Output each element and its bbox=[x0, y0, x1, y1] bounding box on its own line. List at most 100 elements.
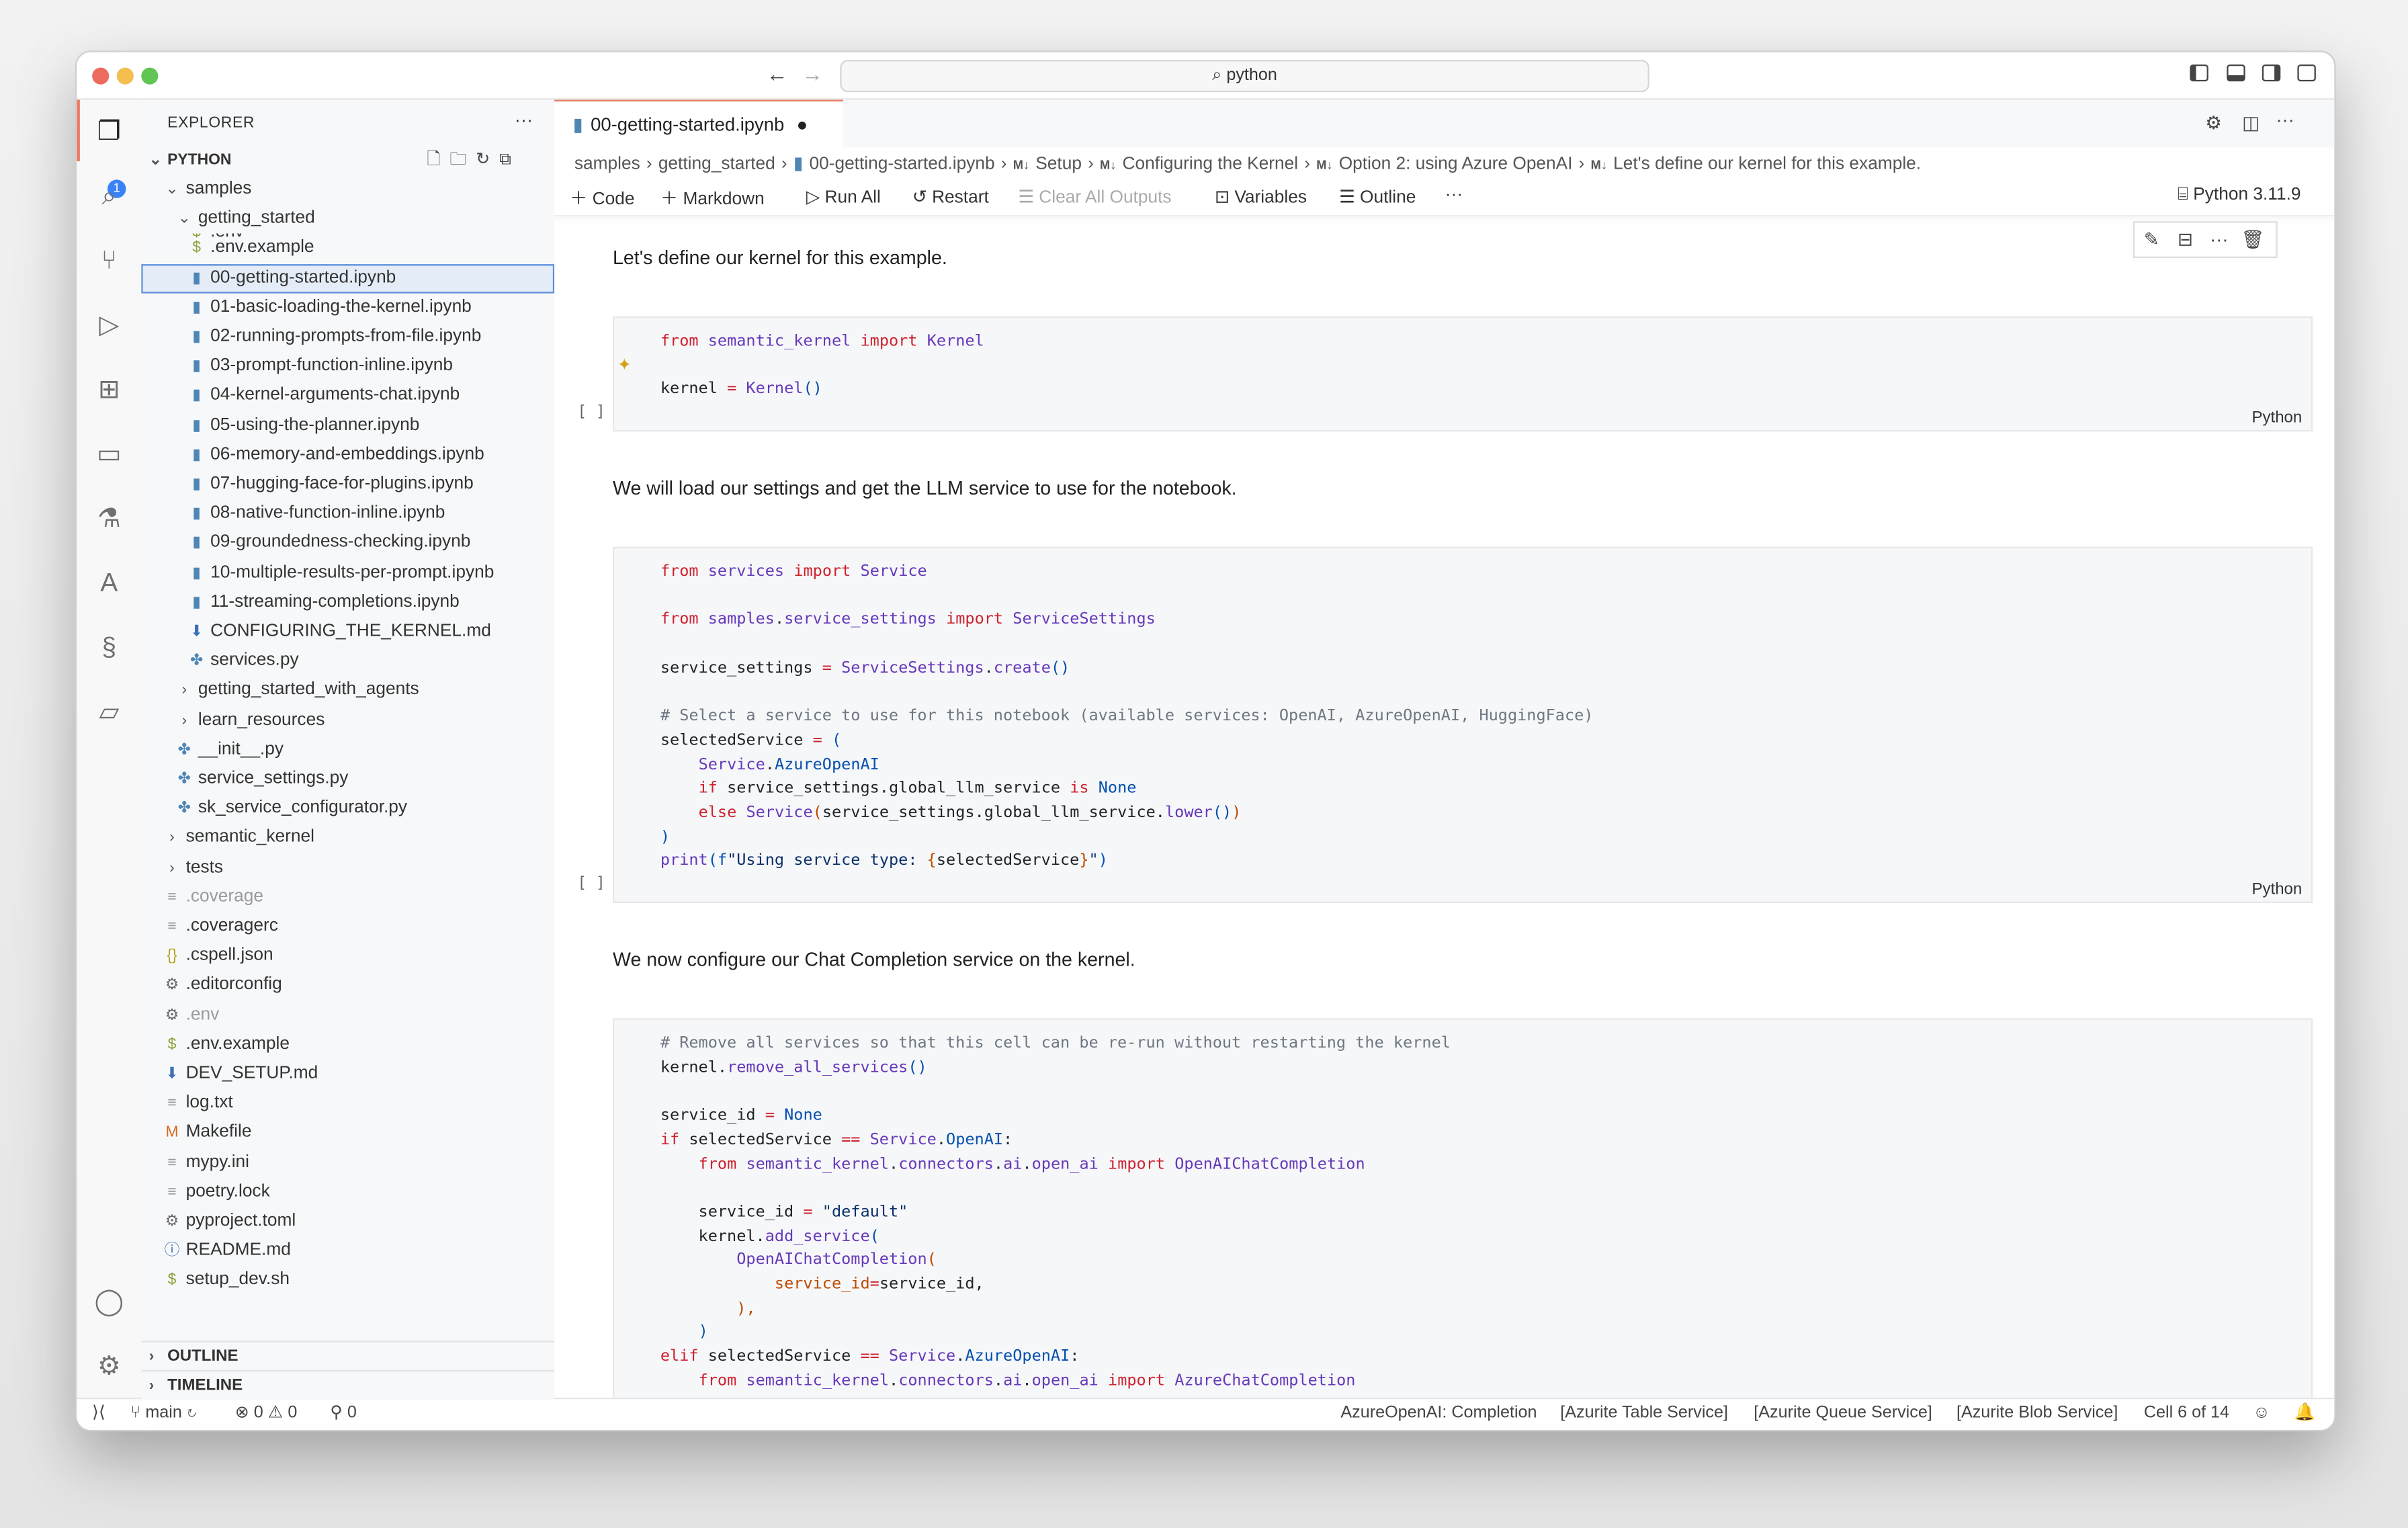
tree-item[interactable]: ≡ mypy.ini bbox=[141, 1148, 554, 1177]
tab-00-getting-started[interactable]: ▮ 00-getting-started.ipynb ● bbox=[554, 99, 843, 149]
sparkle-icon[interactable]: ✦ bbox=[617, 355, 632, 374]
remote-explorer-icon[interactable]: ▭ bbox=[92, 437, 126, 471]
back-arrow-icon[interactable]: ← bbox=[767, 61, 788, 86]
delete-trash-icon[interactable]: 🗑 bbox=[2236, 222, 2270, 256]
tree-item[interactable]: ⓘ README.md bbox=[141, 1236, 554, 1265]
ports-indicator[interactable]: ⚲ 0 bbox=[330, 1399, 356, 1428]
extensions-icon[interactable]: ⊞ bbox=[92, 373, 126, 407]
tree-item[interactable]: ✤ __init__.py bbox=[141, 735, 554, 764]
tree-item[interactable]: ▮ 01-basic-loading-the-kernel.ipynb bbox=[141, 293, 554, 322]
problems-indicator[interactable]: ⊗ 0 ⚠ 0 bbox=[235, 1399, 298, 1428]
cell-more-icon[interactable]: ··· bbox=[2202, 222, 2236, 256]
tree-item[interactable]: ⚙ .env bbox=[141, 1001, 554, 1029]
explorer-actions[interactable]: 🗋🗀↻⧉ bbox=[427, 146, 520, 175]
copilot-status-icon[interactable]: ☺ bbox=[2253, 1399, 2270, 1428]
markdown-cell[interactable]: We now configure our Chat Completion ser… bbox=[613, 949, 1135, 971]
edit-pencil-icon[interactable]: ✎ bbox=[2135, 222, 2168, 256]
outline-button[interactable]: ☰ Outline bbox=[1339, 186, 1416, 207]
tree-item[interactable]: $ .env.example bbox=[141, 234, 554, 263]
refresh-icon[interactable]: ↻ bbox=[476, 151, 499, 169]
tree-item[interactable]: › tests bbox=[141, 853, 554, 882]
outline-section[interactable]: › OUTLINE bbox=[141, 1341, 555, 1370]
close-window-button[interactable] bbox=[92, 67, 110, 85]
workspace-header[interactable]: ⌄ PYTHON 🗋🗀↻⧉ bbox=[141, 146, 554, 175]
toggle-panel-icon[interactable] bbox=[2227, 64, 2245, 82]
tree-item[interactable]: › learn_resources bbox=[141, 706, 554, 734]
tree-item[interactable]: M Makefile bbox=[141, 1119, 554, 1148]
branch-indicator[interactable]: ⑂ main ↻ bbox=[130, 1399, 197, 1428]
split-editor-icon[interactable]: ◫ bbox=[2242, 112, 2260, 134]
breadcrumb-item[interactable]: Configuring the Kernel bbox=[1123, 155, 1299, 173]
source-control-icon[interactable]: ⑂ bbox=[92, 244, 126, 278]
manage-gear-icon[interactable]: ⚙ bbox=[92, 1350, 126, 1384]
testing-icon[interactable]: ⚗ bbox=[92, 502, 126, 536]
breadcrumb-item[interactable]: 00-getting-started.ipynb bbox=[809, 155, 994, 173]
run-debug-icon[interactable]: ▷ bbox=[92, 308, 126, 342]
cell-position[interactable]: Cell 6 of 14 bbox=[2144, 1399, 2229, 1428]
variables-button[interactable]: ⊡ Variables bbox=[1215, 186, 1307, 207]
code-cell[interactable]: # Remove all services so that this cell … bbox=[612, 1018, 2313, 1400]
tree-item[interactable]: ≡ .coverage bbox=[141, 883, 554, 912]
tree-item[interactable]: ▮ 10-multiple-results-per-prompt.ipynb bbox=[141, 558, 554, 587]
copilot-icon[interactable]: § bbox=[92, 631, 126, 665]
azure-icon[interactable]: A bbox=[92, 566, 126, 600]
customize-layout-icon[interactable] bbox=[2297, 64, 2316, 82]
remote-indicator-icon[interactable]: ⟩⟨ bbox=[92, 1399, 105, 1428]
command-center-search[interactable]: ⌕ python bbox=[840, 60, 1649, 93]
breadcrumb-item[interactable]: samples bbox=[574, 155, 640, 173]
tree-item[interactable]: ▮ 07-hugging-face-for-plugins.ipynb bbox=[141, 470, 554, 499]
tree-item[interactable]: ⬇ CONFIGURING_THE_KERNEL.md bbox=[141, 618, 554, 646]
toggle-sidebar-icon[interactable] bbox=[2190, 64, 2208, 82]
unsaved-dot-icon[interactable]: ● bbox=[797, 114, 808, 135]
new-file-icon[interactable]: 🗋 bbox=[427, 151, 449, 169]
tree-item[interactable]: {} .cspell.json bbox=[141, 942, 554, 971]
breadcrumb-item[interactable]: getting_started bbox=[658, 155, 775, 173]
maximize-window-button[interactable] bbox=[141, 67, 159, 85]
breadcrumb-item[interactable]: Let's define our kernel for this example… bbox=[1613, 155, 1921, 173]
tree-item[interactable]: ▮ 06-memory-and-embeddings.ipynb bbox=[141, 441, 554, 470]
tree-item[interactable]: ⚙ pyproject.toml bbox=[141, 1207, 554, 1236]
tree-item[interactable]: ▮ 11-streaming-completions.ipynb bbox=[141, 588, 554, 617]
collapse-all-icon[interactable]: ⧉ bbox=[499, 151, 521, 169]
add-code-cell-button[interactable]: ＋ Code bbox=[570, 186, 634, 211]
code-editor[interactable]: from services import Service from samples… bbox=[660, 560, 1594, 874]
cell-language[interactable]: Python bbox=[2252, 880, 2303, 898]
tree-item[interactable]: ⌄ getting_started bbox=[141, 204, 555, 234]
tree-item[interactable]: ▮ 03-prompt-function-inline.ipynb bbox=[141, 352, 554, 381]
tree-item[interactable]: ✤ services.py bbox=[141, 647, 554, 676]
tree-item[interactable]: ▮ 02-running-prompts-from-file.ipynb bbox=[141, 323, 554, 351]
split-cell-icon[interactable]: ⊟ bbox=[2168, 222, 2202, 256]
code-cell[interactable]: from semantic_kernel import Kernel kernel… bbox=[612, 316, 2313, 432]
more-actions-icon[interactable]: ··· bbox=[2276, 109, 2294, 130]
breadcrumb-item[interactable]: Option 2: using Azure OpenAI bbox=[1339, 155, 1573, 173]
toolbar-more-button[interactable]: ··· bbox=[1445, 186, 1463, 204]
timeline-section[interactable]: › TIMELINE bbox=[141, 1369, 555, 1400]
tree-item[interactable]: ≡ log.txt bbox=[141, 1089, 554, 1118]
tree-item[interactable]: ≡ .coveragerc bbox=[141, 912, 554, 941]
tree-item[interactable]: ▮ 09-groundedness-checking.ipynb bbox=[141, 529, 554, 558]
toggle-secondary-sidebar-icon[interactable] bbox=[2262, 64, 2281, 82]
forward-arrow-icon[interactable]: → bbox=[802, 61, 823, 86]
tree-item[interactable]: ✤ sk_service_configurator.py bbox=[141, 794, 554, 823]
tree-item[interactable]: ⌄ samples bbox=[141, 175, 555, 204]
tree-item[interactable]: ▮ 00-getting-started.ipynb bbox=[141, 263, 555, 293]
search-icon[interactable]: ⌕ bbox=[92, 179, 126, 213]
code-cell[interactable]: from services import Service from samples… bbox=[612, 546, 2313, 904]
tree-item[interactable]: ▮ 08-native-function-inline.ipynb bbox=[141, 499, 554, 528]
notifications-bell-icon[interactable]: 🔔 bbox=[2294, 1399, 2315, 1428]
accounts-icon[interactable]: ◯ bbox=[92, 1285, 126, 1319]
cell-language[interactable]: Python bbox=[2252, 409, 2303, 427]
status-item[interactable]: AzureOpenAI: Completion bbox=[1340, 1399, 1537, 1428]
tree-item[interactable]: ⬇ DEV_SETUP.md bbox=[141, 1060, 554, 1089]
status-item[interactable]: [Azurite Table Service] bbox=[1560, 1399, 1728, 1428]
markdown-cell[interactable]: Let's define our kernel for this example… bbox=[613, 247, 947, 269]
tree-item[interactable]: $ setup_dev.sh bbox=[141, 1266, 554, 1295]
explorer-icon[interactable]: ❐ bbox=[92, 115, 126, 148]
tree-item[interactable]: ▮ 05-using-the-planner.ipynb bbox=[141, 411, 554, 440]
tree-item[interactable]: $ .env.example bbox=[141, 1030, 554, 1059]
status-item[interactable]: [Azurite Queue Service] bbox=[1754, 1399, 1932, 1428]
tree-item[interactable]: › getting_started_with_agents bbox=[141, 677, 554, 706]
kernel-picker[interactable]: ⌸ Python 3.11.9 bbox=[2178, 186, 2300, 206]
new-folder-icon[interactable]: 🗀 bbox=[449, 151, 476, 169]
tree-item[interactable]: ⚙ .editorconfig bbox=[141, 971, 554, 1000]
